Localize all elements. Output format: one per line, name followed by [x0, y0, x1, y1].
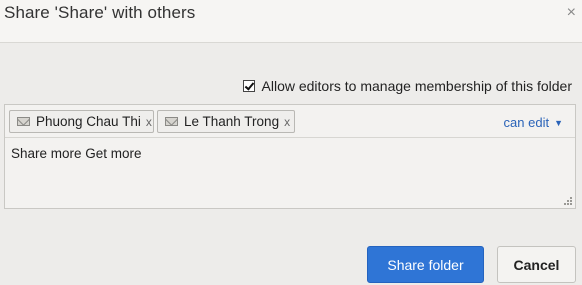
- recipient-chip: Phuong Chau Thi x: [9, 110, 154, 133]
- permission-dropdown[interactable]: can edit ▼: [504, 115, 563, 130]
- permission-label: can edit: [503, 115, 550, 130]
- allow-editors-checkbox[interactable]: [242, 80, 255, 92]
- resize-grip-icon[interactable]: [563, 196, 572, 205]
- share-folder-button[interactable]: Share folder: [367, 246, 484, 283]
- share-box: Phuong Chau Thi x Le Thanh Trong x can e…: [4, 104, 576, 209]
- mail-icon: [165, 117, 178, 126]
- remove-recipient-icon[interactable]: x: [284, 115, 290, 129]
- dialog-header: Share 'Share' with others ×: [0, 0, 582, 43]
- chevron-down-icon: ▼: [554, 118, 563, 128]
- cancel-button[interactable]: Cancel: [497, 246, 576, 283]
- dialog-title: Share 'Share' with others: [4, 3, 196, 22]
- recipient-name: Phuong Chau Thi: [36, 114, 141, 129]
- recipient-name: Le Thanh Trong: [184, 114, 280, 129]
- recipients-field[interactable]: Phuong Chau Thi x Le Thanh Trong x can e…: [5, 105, 575, 138]
- allow-editors-label: Allow editors to manage membership of th…: [261, 78, 572, 94]
- message-textarea[interactable]: Share more Get more: [11, 146, 142, 161]
- allow-editors-option[interactable]: Allow editors to manage membership of th…: [242, 78, 572, 94]
- close-icon[interactable]: ×: [567, 4, 576, 22]
- recipient-chip: Le Thanh Trong x: [157, 110, 295, 133]
- mail-icon: [17, 117, 30, 126]
- remove-recipient-icon[interactable]: x: [146, 115, 152, 129]
